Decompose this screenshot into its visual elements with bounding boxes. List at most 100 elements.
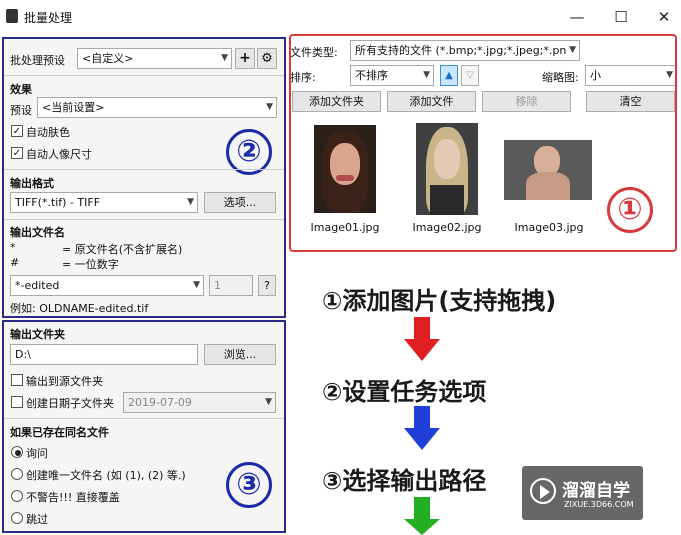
image-name: Image02.jpg [412, 221, 482, 234]
output-folder-title: 输出文件夹 [10, 328, 65, 341]
conflict-skip-label: 跳过 [26, 513, 48, 526]
file-area: 文件类型: 所有支持的文件 (*.bmp;*.jpg;*.jpeg;*.pn ▼ … [290, 37, 679, 535]
chevron-down-icon: ▼ [666, 70, 673, 80]
conflict-ask-label: 询问 [26, 447, 48, 460]
date-format-value: 2019-07-09 [128, 396, 192, 409]
thumbnail-size-select[interactable]: 小 ▼ [585, 65, 677, 86]
file-type-value: 所有支持的文件 (*.bmp;*.jpg;*.jpeg;*.pn [355, 44, 567, 57]
filename-pattern-value: *-edited [15, 279, 60, 292]
add-folder-button[interactable]: 添加文件夹 [292, 91, 381, 112]
arrow-down-icon [404, 339, 440, 361]
settings-panel: 批处理预设 <自定义> ▼ + ⚙ 效果 预设 <当前设置> ▼ ✓ 自动肤色 ✓ … [2, 37, 286, 318]
file-type-label: 文件类型: [290, 46, 338, 59]
digits-input[interactable]: 1 [209, 275, 253, 296]
output-format-title: 输出格式 [10, 177, 54, 190]
output-format-select[interactable]: TIFF(*.tif) - TIFF ▼ [10, 192, 198, 213]
step-3-badge: ③ [226, 462, 272, 508]
step-1-text: ①添加图片(支持拖拽) [322, 287, 557, 315]
sort-label: 排序: [290, 71, 316, 84]
chevron-down-icon: ▼ [266, 102, 273, 112]
arrow-down-icon [414, 497, 430, 519]
conflict-ask-radio[interactable] [11, 446, 23, 458]
arrow-down-icon [414, 406, 430, 428]
browse-button[interactable]: 浏览... [204, 344, 276, 365]
date-subfolder-label: 创建日期子文件夹 [26, 397, 114, 410]
preset-select[interactable]: <自定义> ▼ [77, 48, 232, 69]
chevron-down-icon: ▼ [569, 45, 576, 55]
output-to-source-checkbox[interactable] [11, 374, 23, 386]
watermark-name: 溜溜自学 [562, 481, 630, 501]
divider [4, 219, 284, 220]
legend-star-symbol: * [10, 241, 16, 254]
legend-star-text: = 原文件名(不含扩展名) [62, 243, 183, 256]
image-thumbnail[interactable] [314, 125, 376, 213]
conflict-overwrite-radio[interactable] [11, 490, 23, 502]
sort-value: 不排序 [355, 69, 388, 82]
sort-ascending-button[interactable]: ▲ [440, 65, 458, 86]
sort-select[interactable]: 不排序 ▼ [350, 65, 434, 86]
step-1-badge: ① [607, 187, 653, 233]
preset-value: <自定义> [82, 52, 134, 65]
conflict-skip-radio[interactable] [11, 512, 23, 524]
output-to-source-label: 输出到源文件夹 [26, 375, 103, 388]
output-format-value: TIFF(*.tif) - TIFF [15, 196, 101, 209]
remove-button[interactable]: 移除 [482, 91, 571, 112]
effects-preset-value: <当前设置> [42, 101, 105, 114]
conflict-unique-radio[interactable] [11, 468, 23, 480]
format-options-button[interactable]: 选项... [204, 192, 276, 213]
divider [4, 418, 284, 419]
step-3-text: ③选择输出路径 [322, 467, 487, 495]
conflict-title: 如果已存在同名文件 [10, 426, 109, 439]
filename-pattern-select[interactable]: *-edited ▼ [10, 275, 204, 296]
effects-title: 效果 [10, 83, 32, 96]
watermark: 溜溜自学 ZIXUE.3D66.COM [522, 466, 643, 520]
image-name: Image01.jpg [310, 221, 380, 234]
image-thumbnail[interactable] [504, 140, 592, 200]
conflict-overwrite-label: 不警告!!! 直接覆盖 [26, 491, 120, 504]
chevron-down-icon: ▼ [193, 280, 200, 290]
step-2-text: ②设置任务选项 [322, 378, 487, 406]
output-panel: 输出文件夹 D:\ 浏览... 输出到源文件夹 创建日期子文件夹 2019-07… [2, 320, 286, 533]
conflict-unique-label: 创建唯一文件名 (如 (1), (2) 等.) [26, 469, 186, 482]
add-preset-button[interactable]: + [235, 48, 255, 69]
chevron-down-icon: ▼ [265, 397, 272, 407]
window-title: 批量处理 [24, 11, 73, 25]
close-button[interactable]: ✕ [644, 4, 681, 30]
legend-hash-symbol: # [10, 256, 20, 269]
play-triangle-icon [540, 485, 550, 499]
image-name: Image03.jpg [514, 221, 584, 234]
arrow-down-icon [404, 428, 440, 450]
chevron-down-icon: ▼ [187, 197, 194, 207]
date-subfolder-checkbox[interactable] [11, 396, 23, 408]
divider [4, 169, 284, 170]
watermark-url: ZIXUE.3D66.COM [564, 500, 634, 509]
clear-button[interactable]: 清空 [586, 91, 675, 112]
legend-hash-text: = 一位数字 [62, 258, 119, 271]
auto-skin-checkbox[interactable]: ✓ [11, 125, 23, 137]
add-file-button[interactable]: 添加文件 [387, 91, 476, 112]
image-thumbnail[interactable] [416, 123, 478, 215]
help-button[interactable]: ? [258, 275, 276, 296]
effects-preset-label: 预设 [10, 104, 32, 117]
chevron-down-icon: ▼ [221, 53, 228, 63]
auto-portrait-checkbox[interactable]: ✓ [11, 147, 23, 159]
sort-descending-button[interactable]: ▽ [461, 65, 479, 86]
thumbnail-size-value: 小 [590, 69, 601, 82]
preset-label: 批处理预设 [10, 54, 65, 67]
filename-example: 例如: OLDNAME-edited.tif [10, 302, 149, 315]
effects-preset-select[interactable]: <当前设置> ▼ [37, 97, 277, 118]
arrow-down-icon [414, 317, 430, 339]
output-name-title: 输出文件名 [10, 226, 65, 239]
auto-portrait-label: 自动人像尺寸 [26, 148, 92, 161]
title-bar: 批量处理 — ☐ ✕ [0, 0, 681, 33]
file-type-select[interactable]: 所有支持的文件 (*.bmp;*.jpg;*.jpeg;*.pn ▼ [350, 40, 580, 61]
gear-icon[interactable]: ⚙ [257, 48, 277, 69]
date-format-select[interactable]: 2019-07-09 ▼ [123, 392, 276, 413]
minimize-button[interactable]: — [557, 4, 597, 30]
maximize-button[interactable]: ☐ [601, 4, 641, 30]
arrow-down-icon [404, 519, 440, 535]
thumbnail-size-label: 缩略图: [542, 71, 579, 84]
output-folder-input[interactable]: D:\ [10, 344, 198, 365]
divider [4, 75, 284, 76]
chevron-down-icon: ▼ [423, 70, 430, 80]
